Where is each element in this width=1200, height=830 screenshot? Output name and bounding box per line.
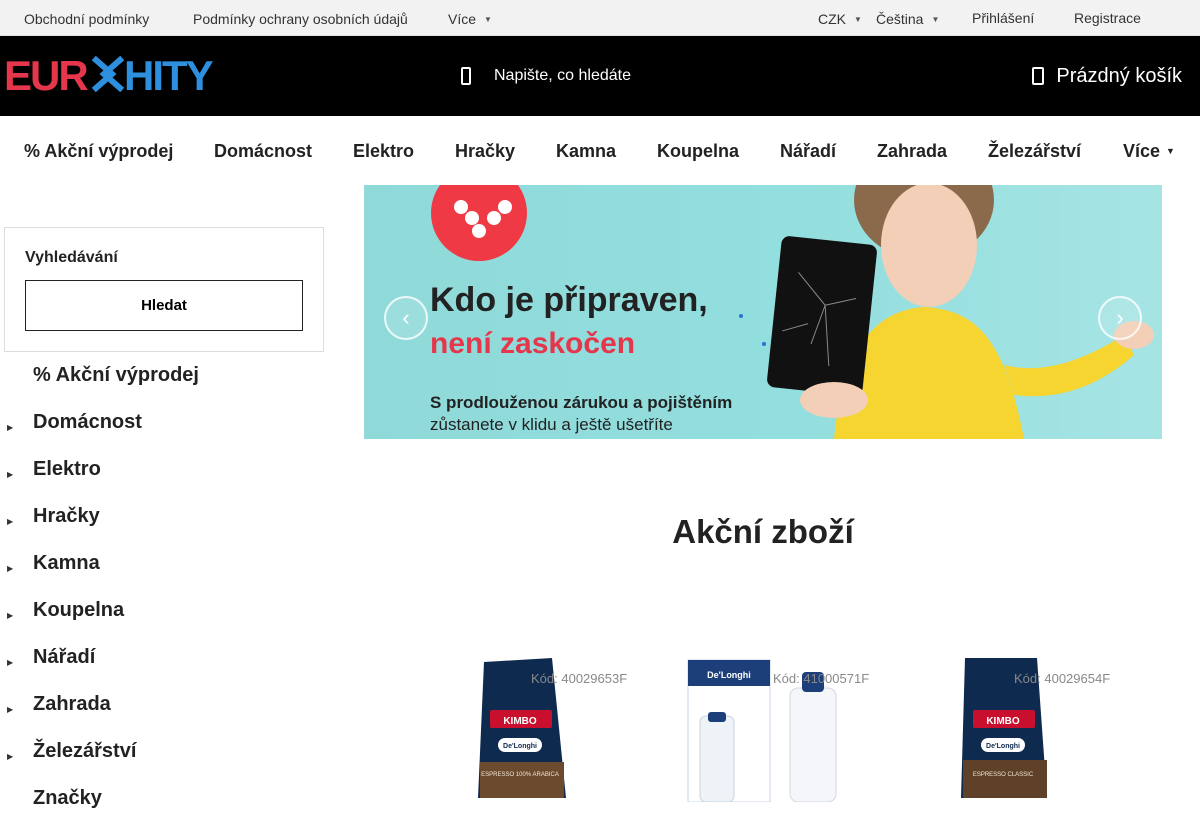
cart-button[interactable]: Prázdný košík [1030,58,1182,94]
sidebar-item-label: % Akční výprodej [33,364,199,386]
product-brand: De'Longhi [707,670,751,680]
expand-arrow-icon[interactable]: ▶ [7,611,13,620]
sidebar-item-sale[interactable]: % Akční výprodej [0,360,330,407]
privacy-link[interactable]: Podmínky ochrany osobních údajů [193,11,408,27]
login-link[interactable]: Přihlášení [972,10,1034,26]
language-select[interactable]: Čeština ▼ [876,11,939,27]
nav-item-household[interactable]: Domácnost [214,141,312,162]
sidebar-item-stoves[interactable]: ▶ Kamna [0,548,330,595]
product-label: ESPRESSO 100% ARABICA [481,772,559,778]
sidebar-search-title: Vyhledávání [25,249,118,266]
currency-select[interactable]: CZK ▼ [818,11,862,27]
product-card[interactable]: KIMBO De'Longhi ESPRESSO CLASSIC Kód: 40… [955,652,1155,802]
sidebar-item-household[interactable]: ▶ Domácnost [0,407,330,454]
sidebar-item-label: Elektro [33,458,101,480]
sidebar-item-label: Koupelna [33,599,125,621]
sidebar-item-toys[interactable]: ▶ Hračky [0,501,330,548]
terms-link[interactable]: Obchodní podmínky [24,11,149,27]
sidebar-item-label: Domácnost [33,411,142,433]
product-brand: KIMBO [503,716,537,727]
sidebar-item-garden[interactable]: ▶ Zahrada [0,689,330,736]
expand-arrow-icon[interactable]: ▶ [7,752,13,761]
nav-item-toys[interactable]: Hračky [455,141,515,162]
promo-banner[interactable]: Kdo je připraven, není zaskočen S prodlo… [364,185,1162,439]
sidebar-search-box: Vyhledávání Hledat [4,227,324,352]
banner-headline: Kdo je připraven, [430,281,708,319]
banner-next-button[interactable]: › [1098,296,1142,340]
sidebar-item-bathroom[interactable]: ▶ Koupelna [0,595,330,642]
currency-label: CZK [818,11,846,27]
expand-arrow-icon[interactable]: ▶ [7,658,13,667]
topbar-more-menu[interactable]: Více ▼ [448,11,492,27]
product-sub-brand: De'Longhi [986,743,1020,750]
product-brand: KIMBO [986,716,1020,727]
main-category-nav: % Akční výprodej Domácnost Elektro Hračk… [0,116,1200,185]
expand-arrow-icon[interactable]: ▶ [7,564,13,573]
chevron-left-icon: ‹ [402,305,410,330]
sidebar-item-brands[interactable]: Značky [0,783,330,830]
nav-more-label: Více [1123,141,1161,161]
banner-subline: zůstanete v klidu a ještě ušetříte [430,415,673,434]
banner-subline: S prodlouženou zárukou a pojištěním [430,393,733,412]
nav-item-more[interactable]: Více ▼ [1123,141,1175,162]
search-input[interactable]: Napište, co hledáte [494,67,631,85]
topbar-more-label: Více [448,11,477,27]
chevron-down-icon: ▼ [931,15,940,24]
svg-text:HITY: HITY [124,52,214,96]
nav-item-electro[interactable]: Elektro [353,141,414,162]
sidebar-item-label: Železářství [33,740,137,762]
sidebar-item-label: Značky [33,787,102,809]
expand-arrow-icon[interactable]: ▶ [7,517,13,526]
register-link[interactable]: Registrace [1074,10,1141,26]
sidebar-item-label: Nářadí [33,646,96,668]
product-card[interactable]: KIMBO De'Longhi ESPRESSO 100% ARABICA Kó… [470,652,670,802]
section-title: Akční zboží [672,513,854,550]
language-label: Čeština [876,11,924,27]
sidebar-item-label: Kamna [33,552,100,574]
header-search[interactable]: Napište, co hledáte [450,58,770,94]
chevron-down-icon: ▼ [484,15,492,24]
sidebar-item-tools[interactable]: ▶ Nářadí [0,642,330,689]
product-code: Kód: 40029653F [531,671,628,686]
expand-arrow-icon[interactable]: ▶ [7,423,13,432]
product-sub-brand: De'Longhi [503,743,537,750]
sidebar-item-hardware[interactable]: ▶ Železářství [0,736,330,783]
search-icon [461,67,471,85]
product-label: ESPRESSO CLASSIC [973,772,1034,778]
nav-item-bathroom[interactable]: Koupelna [657,141,739,162]
banner-prev-button[interactable]: ‹ [384,296,428,340]
chevron-down-icon: ▼ [1166,146,1175,156]
svg-text:EUR: EUR [4,52,88,96]
product-code: Kód: 40029654F [1014,671,1111,686]
expand-arrow-icon[interactable]: ▶ [7,470,13,479]
product-card[interactable]: De'Longhi Kód: 41000571F [686,652,886,802]
sidebar-category-list: % Akční výprodej ▶ Domácnost ▶ Elektro ▶… [0,360,330,830]
top-utility-bar: Obchodní podmínky Podmínky ochrany osobn… [0,0,1200,36]
nav-item-hardware[interactable]: Železářství [988,141,1081,162]
site-logo[interactable]: EUR HITY [4,52,224,99]
product-code: Kód: 41000571F [773,671,870,686]
expand-arrow-icon[interactable]: ▶ [7,705,13,714]
nav-item-sale[interactable]: % Akční výprodej [24,141,173,162]
sidebar-item-label: Zahrada [33,693,111,715]
site-header: EUR HITY Napište, co hledáte Prázdný koš… [0,36,1200,116]
chevron-down-icon: ▼ [854,15,862,24]
sidebar-item-label: Hračky [33,505,100,527]
sidebar-search-button[interactable]: Hledat [25,280,303,331]
cart-label: Prázdný košík [1056,64,1182,87]
nav-item-tools[interactable]: Nářadí [780,141,836,162]
logo-graphic: EUR HITY [4,52,216,99]
sidebar-item-electro[interactable]: ▶ Elektro [0,454,330,501]
nav-item-garden[interactable]: Zahrada [877,141,947,162]
banner-headline-accent: není zaskočen [430,327,636,360]
nav-item-stoves[interactable]: Kamna [556,141,616,162]
cart-icon [1032,67,1045,85]
chevron-right-icon: › [1116,305,1124,330]
